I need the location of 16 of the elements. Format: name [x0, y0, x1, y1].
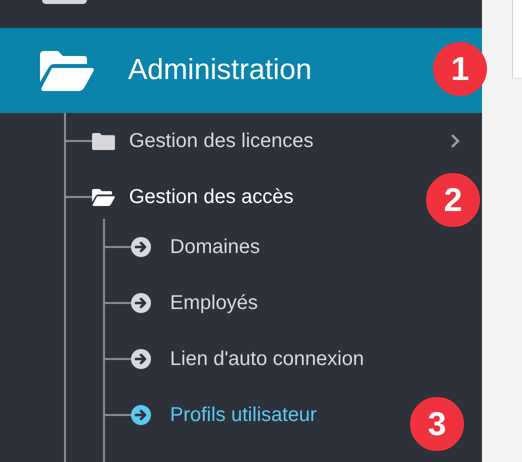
step-badge: 1	[433, 42, 487, 96]
step-badge: 2	[426, 173, 480, 227]
arrow-circle-icon	[131, 405, 151, 425]
menu-item[interactable]: Profils utilisateur	[170, 404, 317, 426]
arrow-circle-icon	[131, 349, 151, 369]
step-badge: 3	[410, 397, 464, 451]
chevron-right-icon	[450, 133, 460, 149]
menu-item[interactable]: Domaines	[170, 236, 260, 258]
menu-item[interactable]: Gestion des licences	[129, 130, 314, 152]
menu-item[interactable]: Employés	[170, 292, 258, 314]
open-folder-icon	[40, 50, 94, 90]
arrow-circle-icon	[131, 237, 151, 257]
menu-item[interactable]: Gestion des accès	[129, 186, 294, 208]
item-icon	[42, 0, 87, 4]
menu-item[interactable]: Lien d'auto connexion	[170, 348, 364, 370]
arrow-circle-icon	[131, 293, 151, 313]
